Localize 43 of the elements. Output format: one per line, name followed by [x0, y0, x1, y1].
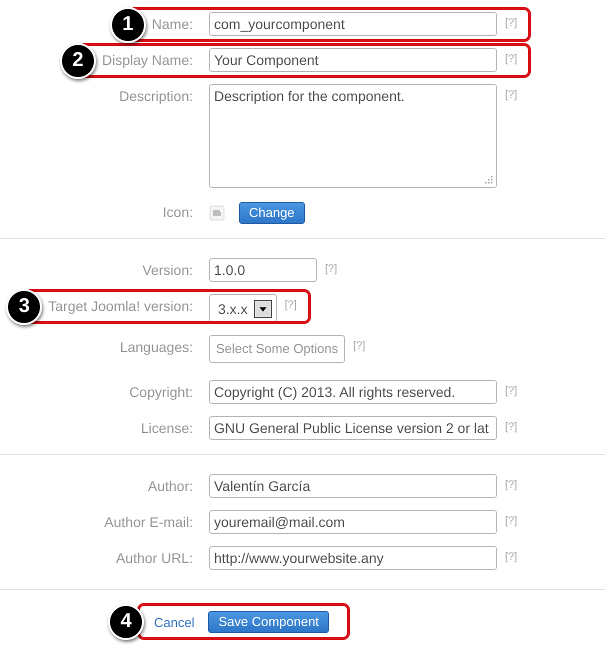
text-input[interactable]: Valentín García — [209, 474, 497, 498]
field-label: License: — [140, 420, 193, 436]
field-label: Icon: — [162, 204, 193, 220]
help-link[interactable]: [?] — [505, 510, 518, 527]
help-link[interactable]: [?] — [284, 294, 297, 311]
field-label: Description: — [119, 88, 193, 104]
field-label: Target Joomla! version: — [48, 298, 193, 314]
file-icon — [209, 205, 225, 221]
field-label: Author: — [148, 478, 193, 494]
text-input[interactable]: http://www.yourwebsite.any — [209, 546, 497, 570]
resize-grip-icon[interactable] — [484, 175, 493, 184]
field-label: Author URL: — [116, 550, 193, 566]
text-area[interactable]: Description for the component. — [209, 84, 497, 188]
help-link[interactable]: [?] — [325, 258, 338, 275]
callout-number: 2 — [60, 42, 96, 78]
field-label: Version: — [142, 262, 193, 278]
callout-number: 4 — [108, 604, 144, 640]
text-input[interactable]: youremail@mail.com — [209, 510, 497, 534]
help-link[interactable]: [?] — [505, 474, 518, 491]
help-link[interactable]: [?] — [505, 546, 518, 563]
help-link[interactable]: [?] — [505, 380, 518, 397]
change-button[interactable]: Change — [239, 202, 305, 224]
field-label: Display Name: — [102, 52, 193, 68]
cancel-link[interactable]: Cancel — [154, 614, 194, 630]
text-input[interactable]: Your Component — [209, 48, 497, 72]
field-label: Languages: — [120, 339, 193, 355]
field-label: Copyright: — [129, 384, 193, 400]
help-link[interactable]: [?] — [505, 84, 518, 101]
languages-multiselect[interactable]: Select Some Options — [209, 335, 346, 363]
text-input[interactable]: 1.0.0 — [209, 258, 317, 282]
help-link[interactable]: [?] — [505, 12, 518, 29]
text-input[interactable]: GNU General Public License version 2 or lat — [209, 416, 497, 440]
version-dropdown[interactable]: 3.x.x — [209, 294, 277, 323]
text-input[interactable]: com_yourcomponent — [209, 12, 497, 36]
callout-number: 1 — [110, 6, 146, 42]
help-link[interactable]: [?] — [505, 48, 518, 65]
field-label: Author E-mail: — [104, 514, 193, 530]
field-label: Name: — [152, 16, 193, 32]
save-button[interactable]: Save Component — [208, 611, 329, 633]
callout-number: 3 — [6, 288, 42, 324]
help-link[interactable]: [?] — [505, 416, 518, 433]
help-link[interactable]: [?] — [353, 335, 366, 352]
text-input[interactable]: Copyright (C) 2013. All rights reserved. — [209, 380, 497, 404]
